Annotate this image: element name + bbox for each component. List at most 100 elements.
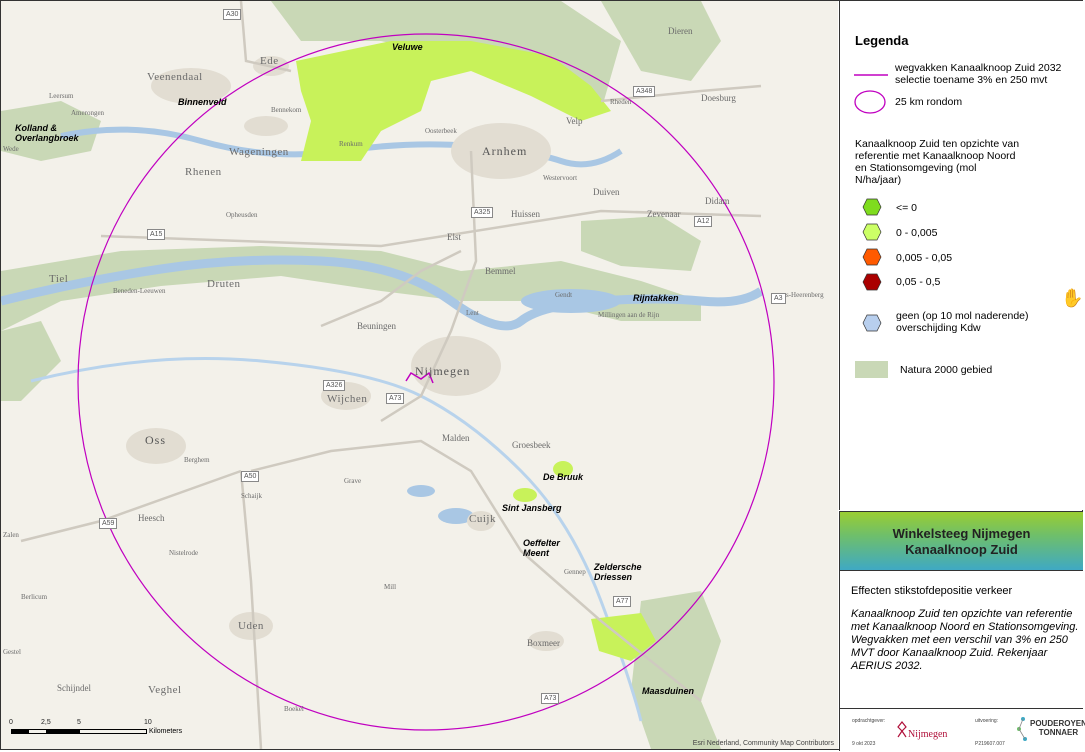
place-s-heerenberg: s-Heerenberg <box>786 291 824 299</box>
place-druten: Druten <box>207 278 241 290</box>
client-name: Nijmegen <box>908 729 948 740</box>
client-label: opdrachtgever: <box>852 718 886 724</box>
footer-code: P219607.007 <box>975 741 1005 747</box>
pouderoyen-logo-icon <box>1017 717 1027 741</box>
scale-bar: 0 2,5 5 10 Kilometers <box>9 719 191 741</box>
place-bemmel: Bemmel <box>485 266 516 276</box>
legend-item-25km: 25 km rondom <box>895 96 963 108</box>
place-malden: Malden <box>442 433 470 443</box>
footer-date: 9 okt 2023 <box>852 741 876 747</box>
place-beuningen: Beuningen <box>357 321 396 331</box>
legend-class-label: 0,005 - 0,05 <box>896 252 953 264</box>
natura-label-oeffelter-meent: Oeffelter Meent <box>523 538 560 558</box>
place-gennep: Gennep <box>564 568 586 576</box>
place-gendt: Gendt <box>555 291 573 299</box>
natura-label-zeldersche-driessen: Zeldersche Driessen <box>594 562 642 582</box>
description-box: Effecten stikstofdepositie verkeer Kanaa… <box>839 570 1083 709</box>
place-wageningen: Wageningen <box>229 146 289 158</box>
place-grave: Grave <box>344 477 362 485</box>
legend-circle-symbol <box>854 90 886 114</box>
place-elst: Elst <box>447 232 462 242</box>
legend-hex-symbol <box>862 248 882 266</box>
map-title-box: Winkelsteeg Nijmegen Kanaalknoop Zuid <box>839 511 1083 570</box>
place-oosterbeek: Oosterbeek <box>425 127 457 135</box>
map-title-line1: Winkelsteeg Nijmegen <box>892 526 1031 541</box>
place-bennekom: Bennekom <box>271 106 302 114</box>
place-nijmegen: Nijmegen <box>415 364 471 378</box>
place-velp: Velp <box>566 116 583 126</box>
place-renkum: Renkum <box>339 140 363 148</box>
place-leersum: Leersum <box>49 92 74 100</box>
place-cuijk: Cuijk <box>469 513 496 525</box>
place-opheusden: Opheusden <box>226 211 258 219</box>
natura-label-kolland: Kolland & Overlangbroek <box>15 123 79 143</box>
place-millingen: Millingen aan de Rijn <box>598 311 660 319</box>
place-oss: Oss <box>145 433 167 447</box>
legend-hex-symbol <box>862 314 882 332</box>
natura-label-de-bruuk: De Bruuk <box>543 472 584 482</box>
place-rheden: Rheden <box>610 98 632 106</box>
place-rhenen: Rhenen <box>185 166 222 178</box>
road-shield: A73 <box>541 693 560 704</box>
legend-class-label: geen (op 10 mol naderende) overschijding… <box>896 310 1029 334</box>
road-shield: A12 <box>694 216 713 227</box>
place-schaijk: Schaijk <box>241 492 262 500</box>
place-boxmeer: Boxmeer <box>527 638 560 648</box>
natura-label-maasduinen: Maasduinen <box>642 686 695 696</box>
legend-panel: Legenda wegvakken Kanaalknoop Zuid 2032 … <box>839 1 1083 510</box>
map-attribution: Esri Nederland, Community Map Contributo… <box>692 740 834 747</box>
description-body: Kanaalknoop Zuid ten opzichte van refere… <box>851 608 1079 672</box>
road-shield: A3 <box>771 293 786 304</box>
place-mill: Mill <box>384 583 397 591</box>
legend-class-label: 0 - 0,005 <box>896 227 938 239</box>
place-arnhem: Arnhem <box>482 144 528 158</box>
map-area[interactable]: Veenendaal Ede Wageningen Arnhem Rhenen … <box>1 1 838 749</box>
place-uden: Uden <box>238 620 264 632</box>
contractor-line2: TONNAER <box>1038 728 1079 737</box>
scale-label: 0 <box>9 719 13 726</box>
natura-label-rijntakken: Rijntakken <box>633 293 679 303</box>
place-huissen: Huissen <box>511 209 540 219</box>
natura-label-binnenveld: Binnenveld <box>178 97 227 107</box>
place-amerongen: Amerongen <box>71 109 105 117</box>
place-veghel: Veghel <box>148 684 182 696</box>
place-dieren: Dieren <box>668 26 693 36</box>
contractor-label: uitvoering: <box>975 718 999 724</box>
road-shield: A325 <box>471 207 494 218</box>
scale-label: 2,5 <box>41 719 51 726</box>
nijmegen-logo-icon <box>897 721 907 738</box>
road-shield: A326 <box>323 380 346 391</box>
place-wede: Wede <box>3 145 19 153</box>
place-nistelrode: Nistelrode <box>169 549 199 557</box>
natura-label-sint-jansberg: Sint Jansberg <box>502 503 562 513</box>
place-beneden-leeuwen: Beneden-Leeuwen <box>113 287 166 295</box>
place-groesbeek: Groesbeek <box>512 440 551 450</box>
footer-box: opdrachtgever: 9 okt 2023 Nijmegen uitvo… <box>839 708 1085 751</box>
map-title-line2: Kanaalknoop Zuid <box>905 542 1018 557</box>
place-gestel: Gestel <box>3 648 21 656</box>
road-shield: A15 <box>147 229 166 240</box>
description-heading: Effecten stikstofdepositie verkeer <box>851 585 1013 597</box>
place-didam: Didam <box>705 196 730 206</box>
place-berlicum: Berlicum <box>21 593 48 601</box>
road-shield: A77 <box>613 596 632 607</box>
road-shield: A59 <box>99 518 118 529</box>
place-duiven: Duiven <box>593 187 620 197</box>
legend-section-title: Kanaalknoop Zuid ten opzichte van refere… <box>855 138 1020 186</box>
place-zalen: Zalen <box>3 531 19 539</box>
place-ede: Ede <box>260 55 279 67</box>
legend-title: Legenda <box>855 33 909 48</box>
legend-hex-symbol <box>862 198 882 216</box>
place-heesch: Heesch <box>138 513 165 523</box>
legend-class-label: 0,05 - 0,5 <box>896 276 941 288</box>
place-lent: Lent <box>466 309 479 317</box>
legend-hex-symbol <box>862 273 882 291</box>
place-doesburg: Doesburg <box>701 93 736 103</box>
hand-cursor-icon: ✋ <box>1061 288 1084 308</box>
legend-class-label: <= 0 <box>896 202 918 214</box>
place-berghem: Berghem <box>184 456 210 464</box>
place-tiel: Tiel <box>49 273 69 285</box>
legend-line-symbol <box>854 74 888 76</box>
road-shield: A50 <box>241 471 260 482</box>
scale-label: 5 <box>77 719 81 726</box>
